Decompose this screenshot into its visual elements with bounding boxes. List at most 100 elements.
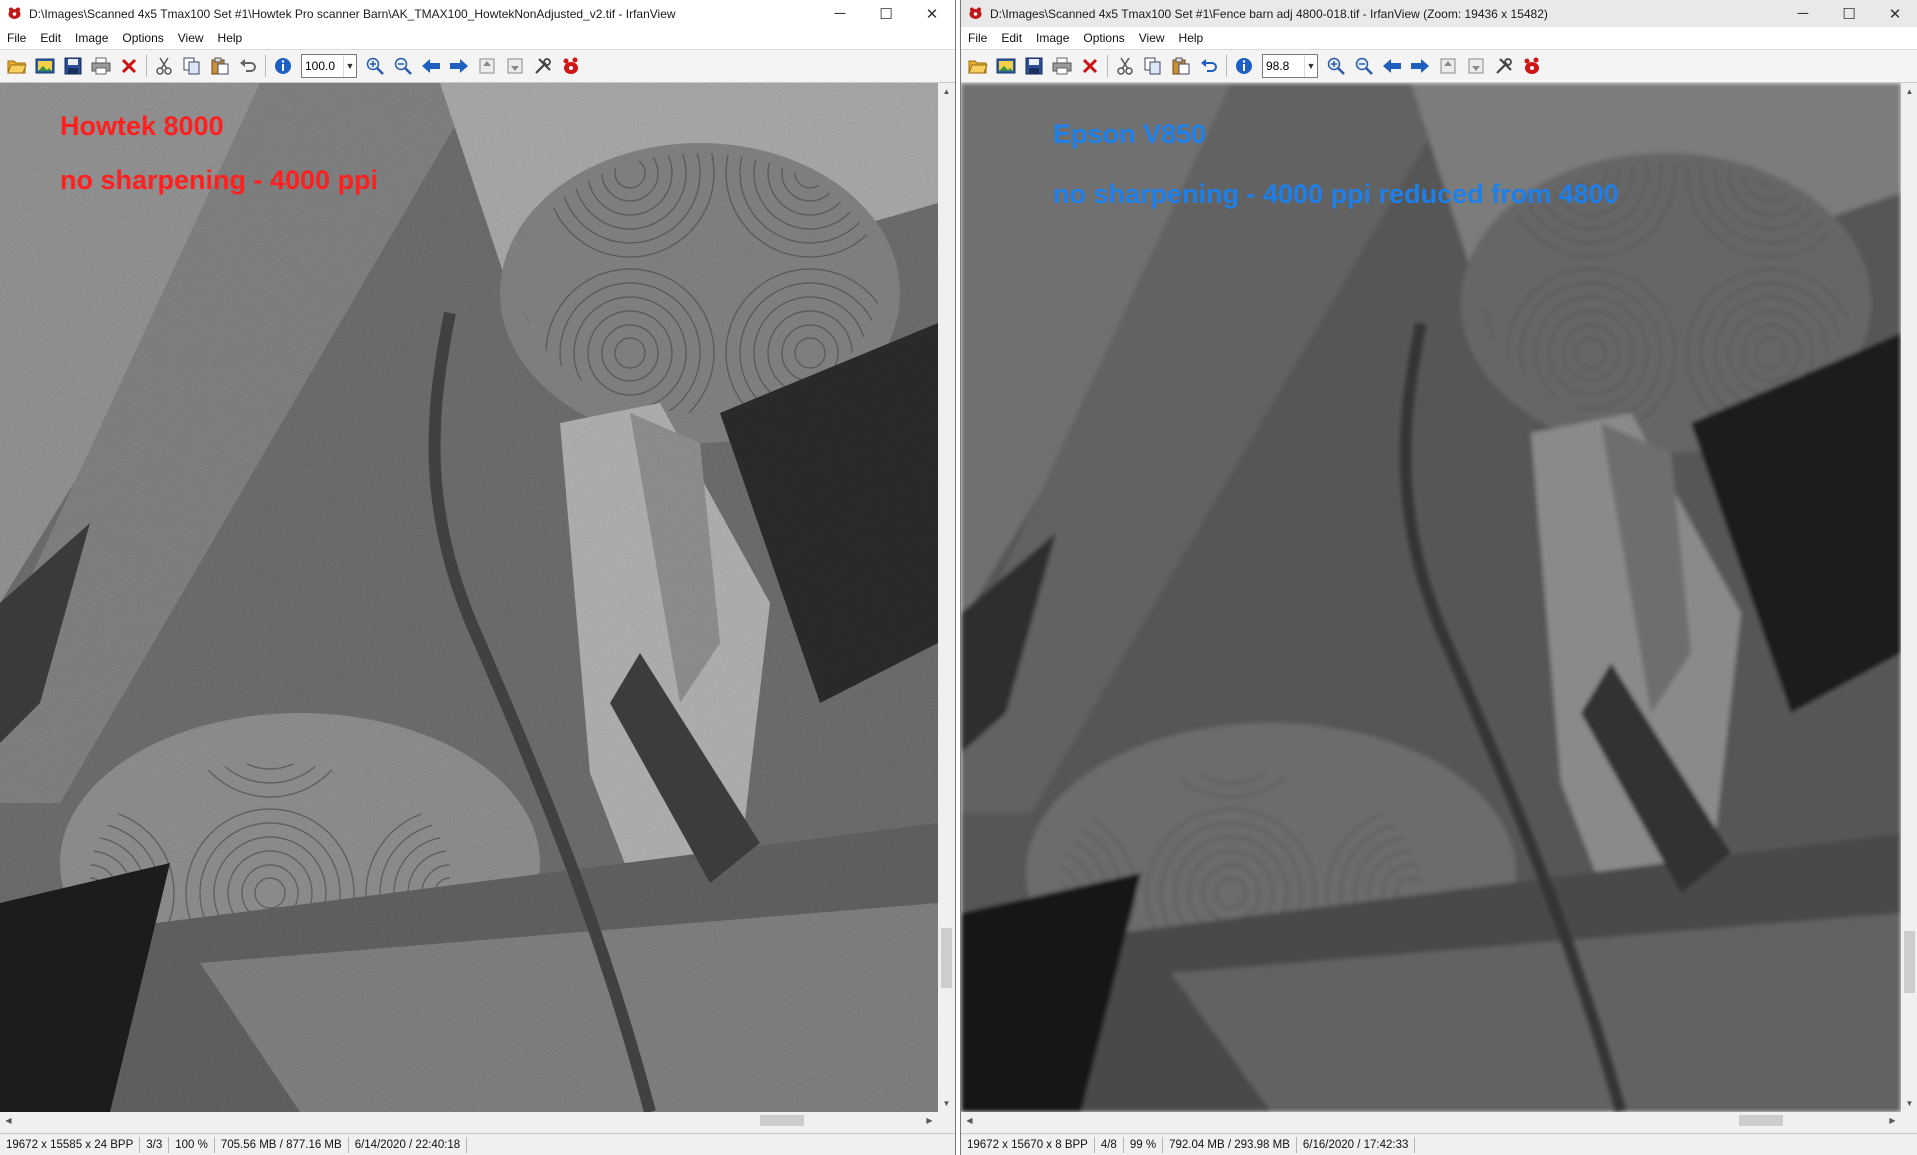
scroll-up-icon[interactable]: ▲ bbox=[1901, 83, 1917, 100]
menu-view[interactable]: View bbox=[1132, 27, 1172, 49]
maximize-button[interactable]: ☐ bbox=[863, 0, 909, 27]
copy-icon[interactable] bbox=[178, 52, 206, 80]
vertical-scroll-thumb[interactable] bbox=[941, 928, 952, 988]
menu-file[interactable]: File bbox=[0, 27, 33, 49]
menu-image[interactable]: Image bbox=[1029, 27, 1076, 49]
photo-howtek-scan bbox=[0, 83, 938, 1112]
cut-icon[interactable] bbox=[1111, 52, 1139, 80]
info-icon[interactable] bbox=[1230, 52, 1258, 80]
close-button[interactable]: ✕ bbox=[1872, 0, 1917, 27]
print-icon[interactable] bbox=[1048, 52, 1076, 80]
paste-icon[interactable] bbox=[1167, 52, 1195, 80]
cut-icon[interactable] bbox=[150, 52, 178, 80]
image-viewport[interactable]: Epson V850 no sharpening - 4000 ppi redu… bbox=[961, 83, 1901, 1112]
first-page-icon[interactable] bbox=[1434, 52, 1462, 80]
menu-edit[interactable]: Edit bbox=[994, 27, 1029, 49]
irfanview-logo-icon[interactable] bbox=[1518, 52, 1546, 80]
vertical-scrollbar[interactable]: ▲ ▼ bbox=[1901, 83, 1917, 1112]
status-file-index: 3/3 bbox=[140, 1137, 170, 1153]
zoom-value[interactable]: 98.8 bbox=[1263, 59, 1304, 73]
menu-edit[interactable]: Edit bbox=[33, 27, 68, 49]
minimize-button[interactable]: ─ bbox=[1780, 0, 1826, 27]
zoom-in-icon[interactable] bbox=[361, 52, 389, 80]
previous-icon[interactable] bbox=[417, 52, 445, 80]
menu-options[interactable]: Options bbox=[1076, 27, 1131, 49]
next-icon[interactable] bbox=[1406, 52, 1434, 80]
first-page-icon[interactable] bbox=[473, 52, 501, 80]
horizontal-scrollbar[interactable]: ◀ ▶ bbox=[961, 1112, 1901, 1129]
last-page-icon[interactable] bbox=[1462, 52, 1490, 80]
menu-image[interactable]: Image bbox=[68, 27, 115, 49]
settings-icon[interactable] bbox=[529, 52, 557, 80]
zoom-in-icon[interactable] bbox=[1322, 52, 1350, 80]
horizontal-scroll-thumb[interactable] bbox=[1739, 1115, 1783, 1126]
previous-icon[interactable] bbox=[1378, 52, 1406, 80]
vertical-scrollbar[interactable]: ▲ ▼ bbox=[938, 83, 955, 1112]
zoom-combobox[interactable]: 98.8 ▼ bbox=[1262, 54, 1318, 78]
scroll-right-icon[interactable]: ▶ bbox=[921, 1112, 938, 1129]
status-memory: 792.04 MB / 293.98 MB bbox=[1163, 1137, 1297, 1153]
delete-icon[interactable] bbox=[1076, 52, 1104, 80]
menu-options[interactable]: Options bbox=[115, 27, 170, 49]
zoom-value[interactable]: 100.0 bbox=[302, 59, 343, 73]
scroll-down-icon[interactable]: ▼ bbox=[1901, 1095, 1917, 1112]
status-bar: 19672 x 15585 x 24 BPP 3/3 100 % 705.56 … bbox=[0, 1133, 955, 1155]
close-button[interactable]: ✕ bbox=[909, 0, 955, 27]
info-icon[interactable] bbox=[269, 52, 297, 80]
menu-help[interactable]: Help bbox=[211, 27, 250, 49]
irfanview-logo-icon[interactable] bbox=[557, 52, 585, 80]
open-icon[interactable] bbox=[3, 52, 31, 80]
maximize-button[interactable]: ☐ bbox=[1826, 0, 1872, 27]
irfanview-window-right: D:\Images\Scanned 4x5 Tmax100 Set #1\Fen… bbox=[960, 0, 1917, 1155]
toolbar: 100.0 ▼ bbox=[0, 50, 955, 83]
menu-view[interactable]: View bbox=[171, 27, 211, 49]
last-page-icon[interactable] bbox=[501, 52, 529, 80]
status-dimensions: 19672 x 15585 x 24 BPP bbox=[0, 1137, 141, 1153]
paste-icon[interactable] bbox=[206, 52, 234, 80]
status-memory: 705.56 MB / 877.16 MB bbox=[215, 1137, 349, 1153]
window-title: D:\Images\Scanned 4x5 Tmax100 Set #1\How… bbox=[29, 6, 676, 21]
thumbnails-icon[interactable] bbox=[31, 52, 59, 80]
toolbar-separator bbox=[146, 55, 147, 77]
save-icon[interactable] bbox=[1020, 52, 1048, 80]
status-zoom: 99 % bbox=[1124, 1137, 1164, 1153]
scroll-down-icon[interactable]: ▼ bbox=[938, 1095, 955, 1112]
menu-help[interactable]: Help bbox=[1172, 27, 1211, 49]
open-icon[interactable] bbox=[964, 52, 992, 80]
toolbar-separator bbox=[265, 55, 266, 77]
menu-file[interactable]: File bbox=[961, 27, 994, 49]
settings-icon[interactable] bbox=[1490, 52, 1518, 80]
save-icon[interactable] bbox=[59, 52, 87, 80]
scroll-left-icon[interactable]: ◀ bbox=[961, 1112, 978, 1129]
chevron-down-icon[interactable]: ▼ bbox=[1304, 55, 1317, 77]
scroll-up-icon[interactable]: ▲ bbox=[938, 83, 955, 100]
delete-icon[interactable] bbox=[115, 52, 143, 80]
vertical-scroll-thumb[interactable] bbox=[1904, 931, 1915, 993]
title-bar[interactable]: D:\Images\Scanned 4x5 Tmax100 Set #1\Fen… bbox=[961, 0, 1917, 27]
status-zoom: 100 % bbox=[169, 1137, 215, 1153]
zoom-out-icon[interactable] bbox=[389, 52, 417, 80]
undo-icon[interactable] bbox=[1195, 52, 1223, 80]
next-icon[interactable] bbox=[445, 52, 473, 80]
title-bar[interactable]: D:\Images\Scanned 4x5 Tmax100 Set #1\How… bbox=[0, 0, 955, 27]
settings-label: no sharpening - 4000 ppi bbox=[60, 165, 379, 195]
irfanview-window-left: D:\Images\Scanned 4x5 Tmax100 Set #1\How… bbox=[0, 0, 956, 1155]
scanner-label: Epson V850 bbox=[1053, 119, 1207, 149]
status-date: 6/14/2020 / 22:40:18 bbox=[349, 1137, 468, 1153]
chevron-down-icon[interactable]: ▼ bbox=[343, 55, 356, 77]
scroll-right-icon[interactable]: ▶ bbox=[1884, 1112, 1901, 1129]
horizontal-scroll-thumb[interactable] bbox=[760, 1115, 804, 1126]
zoom-out-icon[interactable] bbox=[1350, 52, 1378, 80]
zoom-combobox[interactable]: 100.0 ▼ bbox=[301, 54, 357, 78]
settings-label: no sharpening - 4000 ppi reduced from 48… bbox=[1053, 179, 1619, 209]
menu-bar: File Edit Image Options View Help bbox=[961, 27, 1917, 50]
irfanview-app-icon bbox=[7, 6, 22, 21]
minimize-button[interactable]: ─ bbox=[817, 0, 863, 27]
undo-icon[interactable] bbox=[234, 52, 262, 80]
thumbnails-icon[interactable] bbox=[992, 52, 1020, 80]
horizontal-scrollbar[interactable]: ◀ ▶ bbox=[0, 1112, 938, 1129]
copy-icon[interactable] bbox=[1139, 52, 1167, 80]
scroll-left-icon[interactable]: ◀ bbox=[0, 1112, 17, 1129]
image-viewport[interactable]: Howtek 8000 no sharpening - 4000 ppi bbox=[0, 83, 938, 1112]
print-icon[interactable] bbox=[87, 52, 115, 80]
